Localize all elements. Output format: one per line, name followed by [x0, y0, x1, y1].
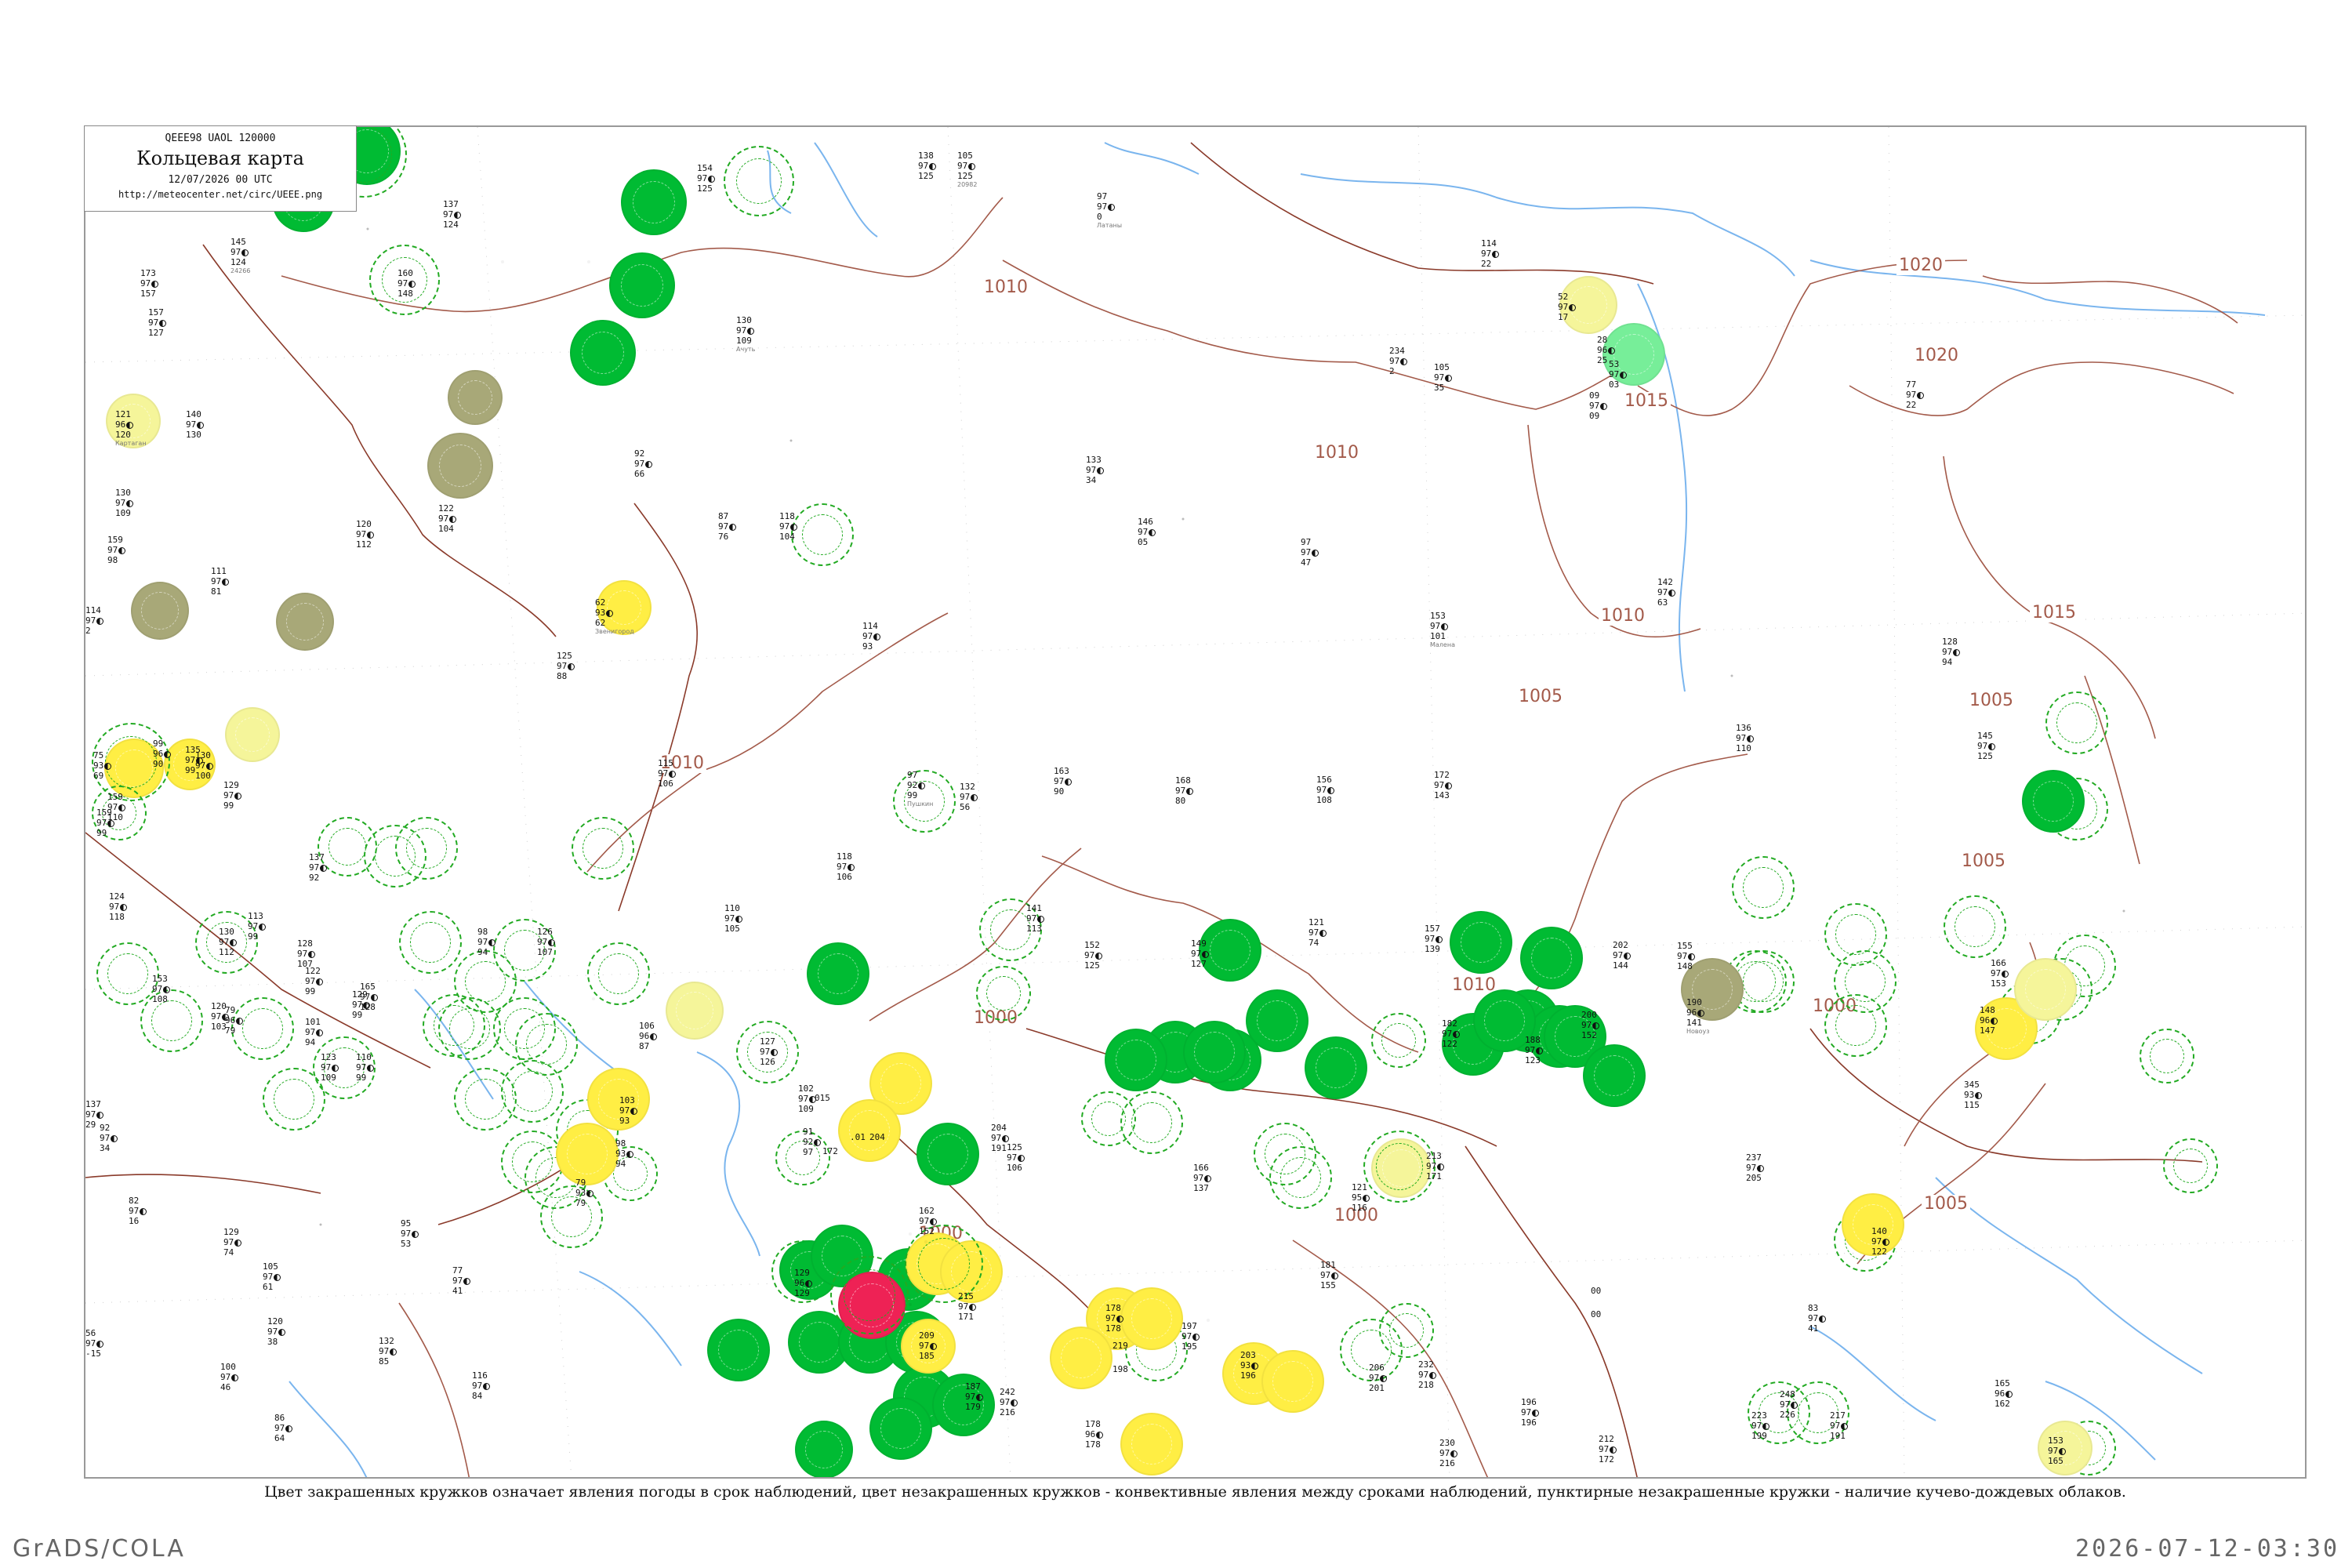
value-label: 00	[1591, 1309, 1602, 1319]
chart-header: QEEE98 UAOL 120000 Кольцевая карта 12/07…	[84, 125, 357, 212]
value-label: 172	[822, 1146, 838, 1156]
legend-footnote: Цвет закрашенных кружков означает явлени…	[264, 1483, 2126, 1501]
value-label: 198	[1112, 1364, 1128, 1374]
render-timestamp: 2026-07-12-03:30	[2075, 1535, 2339, 1563]
chart-code: QEEE98 UAOL 120000	[165, 132, 276, 144]
value-label: 204	[869, 1132, 885, 1142]
value-label: .01	[850, 1132, 866, 1142]
value-label: 219	[1112, 1341, 1128, 1351]
chart-title: Кольцевая карта	[136, 147, 304, 169]
value-label: 00	[1591, 1286, 1602, 1296]
chart-url[interactable]: http://meteocenter.net/circ/UEEE.png	[85, 189, 356, 200]
grads-brand: GrADS/COLA	[13, 1535, 186, 1563]
value-label: 015	[815, 1093, 830, 1103]
lone-values-layer: 00 00 219 198 204 .01 015 172	[85, 127, 2305, 1477]
map-frame: 1010 1010 1010 1010 1010 1015 1015 1020 …	[84, 125, 2307, 1479]
chart-datetime: 12/07/2026 00 UTC	[168, 174, 273, 186]
